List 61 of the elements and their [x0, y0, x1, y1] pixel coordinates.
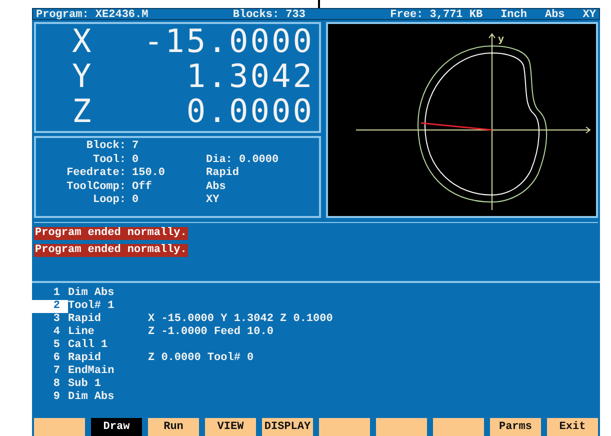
units-indicator: Inch	[500, 9, 527, 19]
function-key[interactable]	[376, 418, 427, 436]
line-number[interactable]: 3	[32, 313, 68, 326]
function-key[interactable]: Exit	[547, 418, 598, 436]
program-command: Rapid	[68, 352, 102, 365]
info-label: Feedrate:	[66, 167, 126, 180]
program-command: Call 1	[68, 339, 109, 352]
function-key[interactable]	[433, 418, 484, 436]
info-value: 7	[131, 140, 140, 154]
plane-indicator: XY	[582, 9, 596, 19]
info-label: Loop:	[92, 194, 126, 208]
axis-value: 1.3042	[185, 59, 314, 94]
status-message: Program ended normally.	[34, 244, 188, 257]
info-extra: Abs	[206, 180, 226, 194]
info-extra: Dia: 0.0000	[206, 154, 279, 167]
status-message: Program ended normally.	[34, 227, 188, 240]
program-command: EndMain	[68, 365, 116, 378]
function-key[interactable]: VIEW	[205, 418, 256, 436]
info-label: Tool:	[92, 154, 126, 167]
function-key[interactable]	[319, 418, 370, 436]
info-value: 0	[131, 154, 140, 167]
info-label: ToolComp:	[66, 180, 126, 194]
function-key[interactable]	[34, 418, 85, 436]
program-command: Line	[68, 326, 96, 339]
axis-label: y	[498, 35, 504, 46]
program-command: Dim Abs	[68, 391, 116, 404]
mode-indicator: Abs	[544, 9, 565, 19]
function-key[interactable]: Parms	[490, 418, 541, 436]
axis-value: -15.0000	[142, 24, 314, 59]
program-command: Rapid	[68, 313, 102, 326]
line-number[interactable]: 8	[32, 378, 68, 391]
line-number[interactable]: 4	[32, 326, 68, 339]
function-key[interactable]: DISPLAY	[262, 418, 313, 436]
axis-label: Z	[72, 94, 92, 129]
program-command: Tool# 1	[68, 300, 116, 313]
axis-value: 0.0000	[185, 94, 314, 129]
function-key[interactable]: Run	[148, 418, 199, 436]
info-extra: Rapid	[206, 167, 240, 180]
free-memory: Free: 3,771 KB	[390, 9, 483, 19]
info-value: 0	[131, 194, 140, 208]
line-number[interactable]: 9	[32, 391, 68, 404]
function-key[interactable]: Draw	[91, 418, 142, 436]
info-extra: XY	[206, 194, 220, 208]
block-count: Blocks: 733	[232, 9, 306, 19]
line-number[interactable]: 7	[32, 365, 68, 378]
line-number[interactable]: 1	[32, 287, 68, 300]
line-number[interactable]: 5	[32, 339, 68, 352]
command-arguments: Z 0.0000 Tool# 0	[148, 352, 254, 365]
command-arguments: X -15.0000 Y 1.3042 Z 0.1000	[148, 313, 333, 326]
axis-label: Y	[72, 59, 92, 94]
line-number[interactable]: 6	[32, 352, 68, 365]
info-value: Off	[131, 180, 153, 194]
program-command: Dim Abs	[68, 287, 116, 300]
program-name: Program: XE2436.M	[36, 9, 148, 19]
info-value: 150.0	[131, 167, 166, 180]
tool-move-line	[420, 122, 492, 131]
program-command: Sub 1	[68, 378, 102, 391]
axis-label: X	[72, 24, 92, 59]
line-number[interactable]: 2	[32, 300, 68, 313]
info-label: Block:	[85, 140, 126, 154]
command-arguments: Z -1.0000 Feed 10.0	[148, 326, 274, 339]
